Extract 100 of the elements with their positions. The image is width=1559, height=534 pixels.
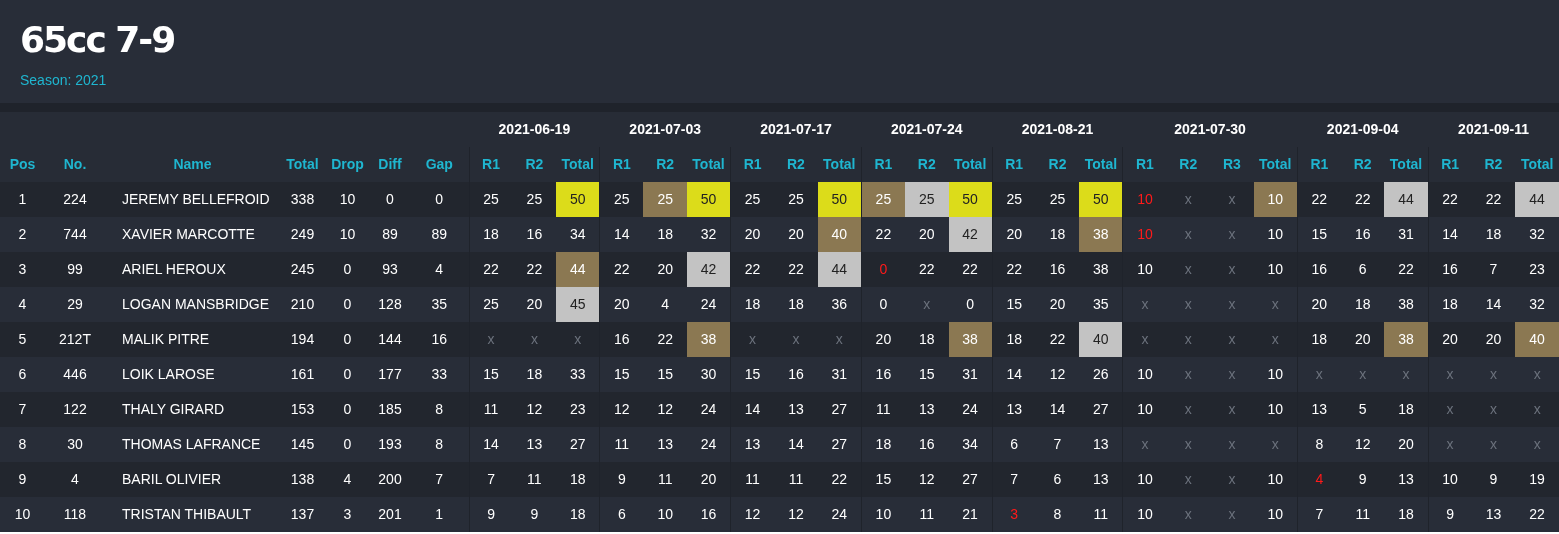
event-date: 2021-07-03	[629, 121, 701, 137]
score-cell: 50	[948, 182, 993, 217]
column-header: R2	[512, 147, 557, 182]
table-cell: 122	[45, 392, 105, 427]
score-cell: 20	[1035, 287, 1080, 322]
event-date: 2021-07-30	[1174, 121, 1246, 137]
table-cell: 249	[280, 217, 325, 252]
event-date: 2021-09-11	[1458, 121, 1529, 137]
score-cell: x	[1166, 182, 1211, 217]
score-cell: 40	[817, 217, 862, 252]
score-cell: 20	[904, 217, 949, 252]
score-cell: x	[1166, 252, 1211, 287]
event-date: 2021-06-19	[498, 121, 571, 137]
score-cell: 22	[512, 252, 557, 287]
column-header: R3	[1210, 147, 1254, 182]
column-header: Diff	[370, 147, 410, 182]
score-cell: 20	[643, 252, 687, 287]
column-header: Total	[817, 147, 862, 182]
score-cell: x	[774, 322, 818, 357]
table-cell: 99	[45, 252, 105, 287]
rider-name: ARIEL HEROUX	[105, 252, 280, 287]
score-cell: 20	[1471, 322, 1516, 357]
score-cell: 33	[556, 357, 600, 392]
score-cell: 50	[686, 182, 731, 217]
score-cell: 18	[1384, 392, 1429, 427]
rider-name: MALIK PITRE	[105, 322, 280, 357]
score-cell: x	[1253, 322, 1298, 357]
column-header: Gap	[410, 147, 469, 182]
score-cell: 34	[948, 427, 993, 462]
score-cell: 22	[774, 252, 818, 287]
score-cell: 14	[774, 427, 818, 462]
score-cell: 22	[1471, 182, 1516, 217]
score-cell: 12	[904, 462, 949, 497]
score-cell: 16	[1340, 217, 1385, 252]
table-cell: 4	[325, 462, 370, 497]
table-cell: 338	[280, 182, 325, 217]
table-cell: 144	[370, 322, 410, 357]
rider-name: BARIL OLIVIER	[105, 462, 280, 497]
score-cell: 22	[904, 252, 949, 287]
table-cell: 4	[0, 287, 45, 322]
score-cell: 4	[643, 287, 687, 322]
score-cell: 12	[774, 497, 818, 532]
column-header: Total	[1384, 147, 1429, 182]
score-cell: 13	[1471, 497, 1516, 532]
table-cell: 2	[0, 217, 45, 252]
score-cell: 16	[512, 217, 557, 252]
score-cell: 32	[1515, 217, 1559, 252]
score-cell: x	[817, 322, 862, 357]
column-header: No.	[45, 147, 105, 182]
score-cell: x	[1384, 357, 1429, 392]
score-cell: 44	[1384, 182, 1429, 217]
score-cell: x	[1166, 322, 1211, 357]
score-cell: x	[1210, 462, 1254, 497]
table-cell: 200	[370, 462, 410, 497]
score-cell: x	[1166, 287, 1211, 322]
table-cell: 16	[410, 322, 469, 357]
score-cell: 11	[904, 497, 949, 532]
score-cell: 22	[643, 322, 687, 357]
score-cell: x	[1210, 182, 1254, 217]
score-cell: 24	[948, 392, 993, 427]
score-cell: 12	[1035, 357, 1080, 392]
score-cell: 50	[1079, 182, 1123, 217]
score-cell: 25	[904, 182, 949, 217]
score-cell: 6	[1340, 252, 1385, 287]
score-cell: 25	[643, 182, 687, 217]
score-cell: 27	[1079, 392, 1123, 427]
score-cell: 45	[556, 287, 600, 322]
table-cell: 0	[325, 392, 370, 427]
score-cell: 40	[1515, 322, 1559, 357]
table-cell: 8	[0, 427, 45, 462]
table-cell: 446	[45, 357, 105, 392]
score-cell: x	[1166, 217, 1211, 252]
table-cell: 185	[370, 392, 410, 427]
score-cell: 9	[469, 497, 513, 532]
table-cell: 118	[45, 497, 105, 532]
score-cell: 7	[1297, 497, 1341, 532]
table-cell: 138	[280, 462, 325, 497]
score-cell: 10	[1253, 462, 1298, 497]
score-cell: x	[1471, 357, 1516, 392]
score-cell: 32	[686, 217, 731, 252]
score-cell: 18	[556, 462, 600, 497]
score-cell: x	[1471, 427, 1516, 462]
score-cell: 22	[817, 462, 862, 497]
score-cell: 31	[817, 357, 862, 392]
score-cell: 13	[904, 392, 949, 427]
column-header: Total	[686, 147, 731, 182]
score-cell: x	[1253, 287, 1298, 322]
score-cell: 36	[817, 287, 862, 322]
table-cell: 9	[0, 462, 45, 497]
score-cell: 22	[1384, 252, 1429, 287]
table-cell: 10	[0, 497, 45, 532]
score-cell: x	[1515, 427, 1559, 462]
score-cell: 12	[512, 392, 557, 427]
score-cell: 38	[1079, 252, 1123, 287]
score-cell: 27	[817, 427, 862, 462]
score-cell: 24	[817, 497, 862, 532]
score-cell: x	[1515, 357, 1559, 392]
score-cell: 38	[686, 322, 731, 357]
column-header: Total	[1079, 147, 1123, 182]
score-cell: 22	[1515, 497, 1559, 532]
